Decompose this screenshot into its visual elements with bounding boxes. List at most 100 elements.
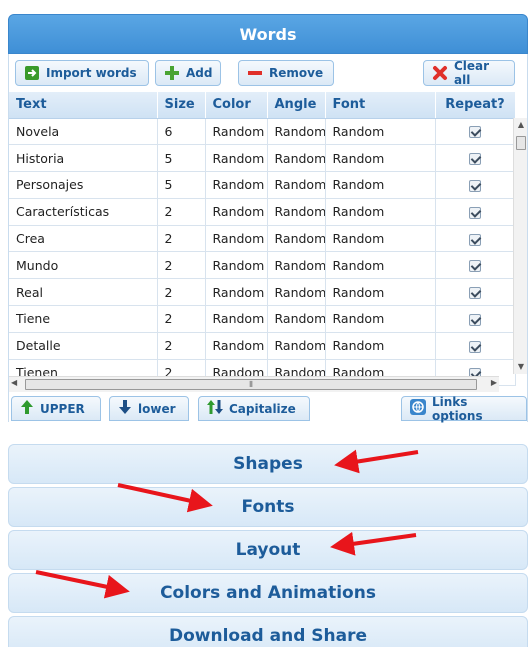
table-row[interactable]: Novela 6 Random Random Random	[9, 118, 516, 146]
remove-button[interactable]: Remove	[238, 60, 334, 86]
table-row[interactable]: Tiene 2 Random Random Random	[9, 305, 516, 333]
word-size-cell[interactable]: 2	[157, 332, 206, 360]
word-color-cell[interactable]: Random	[205, 278, 268, 307]
word-angle-cell[interactable]: Random	[267, 225, 326, 253]
word-size-cell[interactable]: 6	[157, 118, 206, 146]
word-text-cell[interactable]: Tiene	[9, 305, 158, 333]
word-text-cell[interactable]: Personajes	[9, 171, 158, 199]
repeat-checkbox[interactable]	[469, 179, 481, 192]
word-text-cell[interactable]: Novela	[9, 118, 158, 146]
word-font-cell[interactable]: Random	[325, 198, 436, 226]
shapes-section-header[interactable]: Shapes	[8, 444, 528, 484]
word-color-cell[interactable]: Random	[205, 198, 268, 226]
clear-all-button[interactable]: Clear all	[423, 59, 515, 87]
word-font-cell[interactable]: Random	[325, 278, 436, 307]
word-repeat-cell	[435, 144, 516, 173]
lower-case-button[interactable]: lower	[109, 396, 189, 421]
word-repeat-cell	[435, 198, 516, 226]
word-color-cell[interactable]: Random	[205, 332, 268, 360]
repeat-checkbox[interactable]	[469, 233, 481, 246]
repeat-checkbox[interactable]	[469, 313, 481, 326]
word-text-cell[interactable]: Características	[9, 198, 158, 226]
table-row[interactable]: Historia 5 Random Random Random	[9, 144, 516, 173]
add-button[interactable]: Add	[155, 60, 221, 86]
vertical-scroll-thumb[interactable]	[516, 136, 526, 150]
horizontal-scroll-thumb[interactable]: ⦀	[25, 379, 477, 390]
column-header-font[interactable]: Font	[325, 92, 436, 119]
words-panel-header[interactable]: Words	[8, 14, 528, 54]
table-row[interactable]: Personajes 5 Random Random Random	[9, 171, 516, 199]
word-text-cell[interactable]: Detalle	[9, 332, 158, 360]
word-angle-cell[interactable]: Random	[267, 171, 326, 199]
shapes-section-label: Shapes	[233, 454, 303, 474]
word-color-cell[interactable]: Random	[205, 144, 268, 173]
word-size-cell[interactable]: 2	[157, 278, 206, 307]
word-color-cell[interactable]: Random	[205, 251, 268, 280]
colors-animations-section-header[interactable]: Colors and Animations	[8, 573, 528, 613]
word-color-cell[interactable]: Random	[205, 118, 268, 146]
word-text-cell[interactable]: Mundo	[9, 251, 158, 280]
links-options-button[interactable]: Links options	[401, 395, 527, 423]
repeat-checkbox[interactable]	[469, 260, 481, 273]
word-color-cell[interactable]: Random	[205, 225, 268, 253]
word-angle-cell[interactable]: Random	[267, 118, 326, 146]
word-text-cell[interactable]: Crea	[9, 225, 158, 253]
vertical-scrollbar[interactable]: ▲ ▼	[513, 118, 527, 374]
table-row[interactable]: Características 2 Random Random Random	[9, 198, 516, 226]
repeat-checkbox[interactable]	[469, 287, 481, 300]
word-size-cell[interactable]: 2	[157, 198, 206, 226]
import-words-label: Import words	[46, 66, 137, 80]
table-row[interactable]: Real 2 Random Random Random	[9, 278, 516, 307]
upper-case-button[interactable]: UPPER	[11, 396, 101, 421]
repeat-checkbox[interactable]	[469, 126, 481, 139]
word-color-cell[interactable]: Random	[205, 305, 268, 333]
scroll-left-icon[interactable]: ◀	[11, 378, 17, 387]
word-font-cell[interactable]: Random	[325, 144, 436, 173]
repeat-checkbox[interactable]	[469, 340, 481, 353]
word-size-cell[interactable]: 5	[157, 144, 206, 173]
word-size-cell[interactable]: 2	[157, 251, 206, 280]
word-angle-cell[interactable]: Random	[267, 251, 326, 280]
word-font-cell[interactable]: Random	[325, 225, 436, 253]
table-row[interactable]: Mundo 2 Random Random Random	[9, 251, 516, 280]
word-text-cell[interactable]: Real	[9, 278, 158, 307]
words-toolbar: Import words Add Remove Clear all	[9, 54, 527, 92]
column-header-repeat[interactable]: Repeat?	[435, 92, 516, 119]
word-angle-cell[interactable]: Random	[267, 332, 326, 360]
table-row[interactable]: Detalle 2 Random Random Random	[9, 332, 516, 360]
word-angle-cell[interactable]: Random	[267, 198, 326, 226]
colors-animations-section-label: Colors and Animations	[160, 583, 376, 603]
word-font-cell[interactable]: Random	[325, 305, 436, 333]
word-font-cell[interactable]: Random	[325, 251, 436, 280]
word-size-cell[interactable]: 2	[157, 225, 206, 253]
repeat-checkbox[interactable]	[469, 153, 481, 166]
scroll-up-icon[interactable]: ▲	[514, 118, 527, 132]
word-angle-cell[interactable]: Random	[267, 278, 326, 307]
word-color-cell[interactable]: Random	[205, 171, 268, 199]
fonts-section-label: Fonts	[241, 497, 295, 517]
horizontal-scrollbar[interactable]: ◀ ⦀ ▶	[9, 376, 499, 392]
layout-section-header[interactable]: Layout	[8, 530, 528, 570]
import-words-button[interactable]: Import words	[15, 60, 149, 86]
repeat-checkbox[interactable]	[469, 206, 481, 219]
word-size-cell[interactable]: 5	[157, 171, 206, 199]
column-header-text[interactable]: Text	[9, 92, 158, 119]
words-panel: Words Import words Add Remove Clear all …	[8, 14, 528, 423]
capitalize-button[interactable]: Capitalize	[198, 396, 310, 421]
download-share-section-header[interactable]: Download and Share	[8, 616, 528, 647]
fonts-section-header[interactable]: Fonts	[8, 487, 528, 527]
table-row[interactable]: Crea 2 Random Random Random	[9, 225, 516, 253]
scroll-down-icon[interactable]: ▼	[514, 360, 527, 374]
word-font-cell[interactable]: Random	[325, 332, 436, 360]
word-angle-cell[interactable]: Random	[267, 144, 326, 173]
column-header-size[interactable]: Size	[157, 92, 206, 119]
column-header-angle[interactable]: Angle	[267, 92, 326, 119]
remove-label: Remove	[269, 66, 324, 80]
column-header-color[interactable]: Color	[205, 92, 268, 119]
word-size-cell[interactable]: 2	[157, 305, 206, 333]
word-angle-cell[interactable]: Random	[267, 305, 326, 333]
word-font-cell[interactable]: Random	[325, 171, 436, 199]
word-text-cell[interactable]: Historia	[9, 144, 158, 173]
word-font-cell[interactable]: Random	[325, 118, 436, 146]
scroll-right-icon[interactable]: ▶	[491, 378, 497, 387]
